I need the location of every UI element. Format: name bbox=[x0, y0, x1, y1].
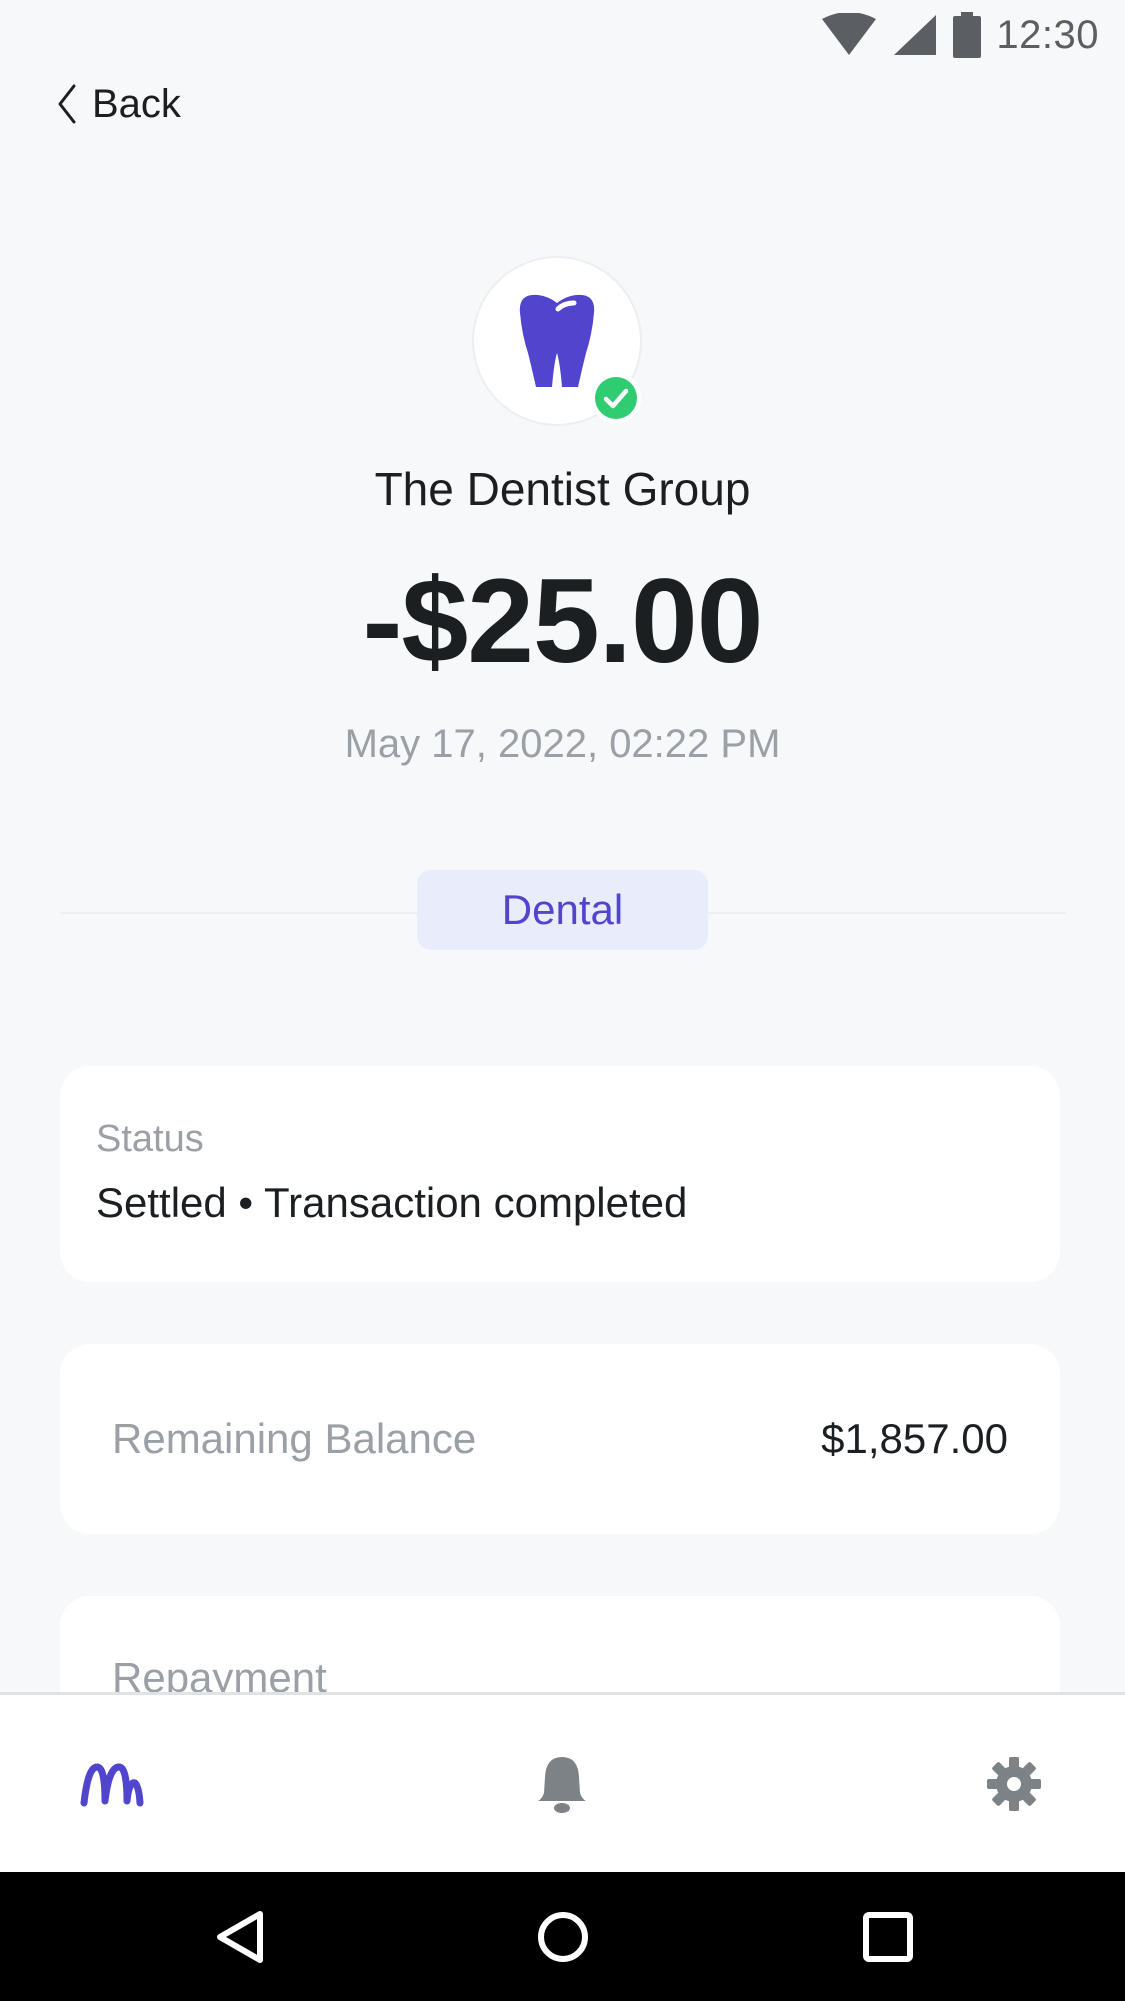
remaining-balance-value: $1,857.00 bbox=[821, 1415, 1008, 1462]
recents-square-icon bbox=[863, 1911, 913, 1962]
status-card: Status Settled • Transaction completed bbox=[60, 1066, 1060, 1282]
system-recents-button[interactable] bbox=[808, 1872, 968, 2001]
transaction-date: May 17, 2022, 02:22 PM bbox=[344, 722, 781, 766]
cellular-signal-icon bbox=[894, 15, 937, 55]
bell-icon bbox=[538, 1756, 586, 1813]
wifi-icon bbox=[822, 13, 877, 55]
back-button[interactable]: Back bbox=[56, 76, 181, 132]
nav-notifications[interactable] bbox=[462, 1695, 662, 1872]
status-icons: 12:30 bbox=[820, 10, 1099, 60]
transaction-amount: -$25.00 bbox=[362, 554, 764, 688]
category-pill[interactable]: Dental bbox=[417, 870, 708, 950]
tooth-icon bbox=[519, 294, 595, 387]
status-label: Status bbox=[96, 1118, 204, 1160]
remaining-balance-label: Remaining Balance bbox=[112, 1415, 477, 1462]
nav-home[interactable] bbox=[12, 1695, 212, 1872]
status-value: Settled • Transaction completed bbox=[96, 1179, 688, 1226]
gear-icon bbox=[987, 1756, 1041, 1811]
bottom-nav bbox=[0, 1692, 1125, 1872]
system-back-button[interactable] bbox=[160, 1872, 320, 2001]
status-time: 12:30 bbox=[996, 12, 1099, 57]
back-label: Back bbox=[92, 81, 181, 126]
system-nav-bar bbox=[0, 1872, 1125, 2001]
battery-icon bbox=[953, 12, 982, 58]
check-circle-icon bbox=[591, 373, 641, 423]
back-triangle-icon bbox=[217, 1910, 263, 1963]
status-bar: 12:30 bbox=[0, 0, 1125, 70]
system-home-button[interactable] bbox=[483, 1872, 643, 2001]
home-circle-icon bbox=[538, 1911, 588, 1962]
remaining-balance-card: Remaining Balance $1,857.00 bbox=[60, 1344, 1060, 1534]
home-logo-icon bbox=[80, 1763, 144, 1806]
nav-settings[interactable] bbox=[914, 1695, 1114, 1872]
chevron-left-icon bbox=[58, 84, 76, 124]
merchant-name: The Dentist Group bbox=[374, 463, 751, 515]
